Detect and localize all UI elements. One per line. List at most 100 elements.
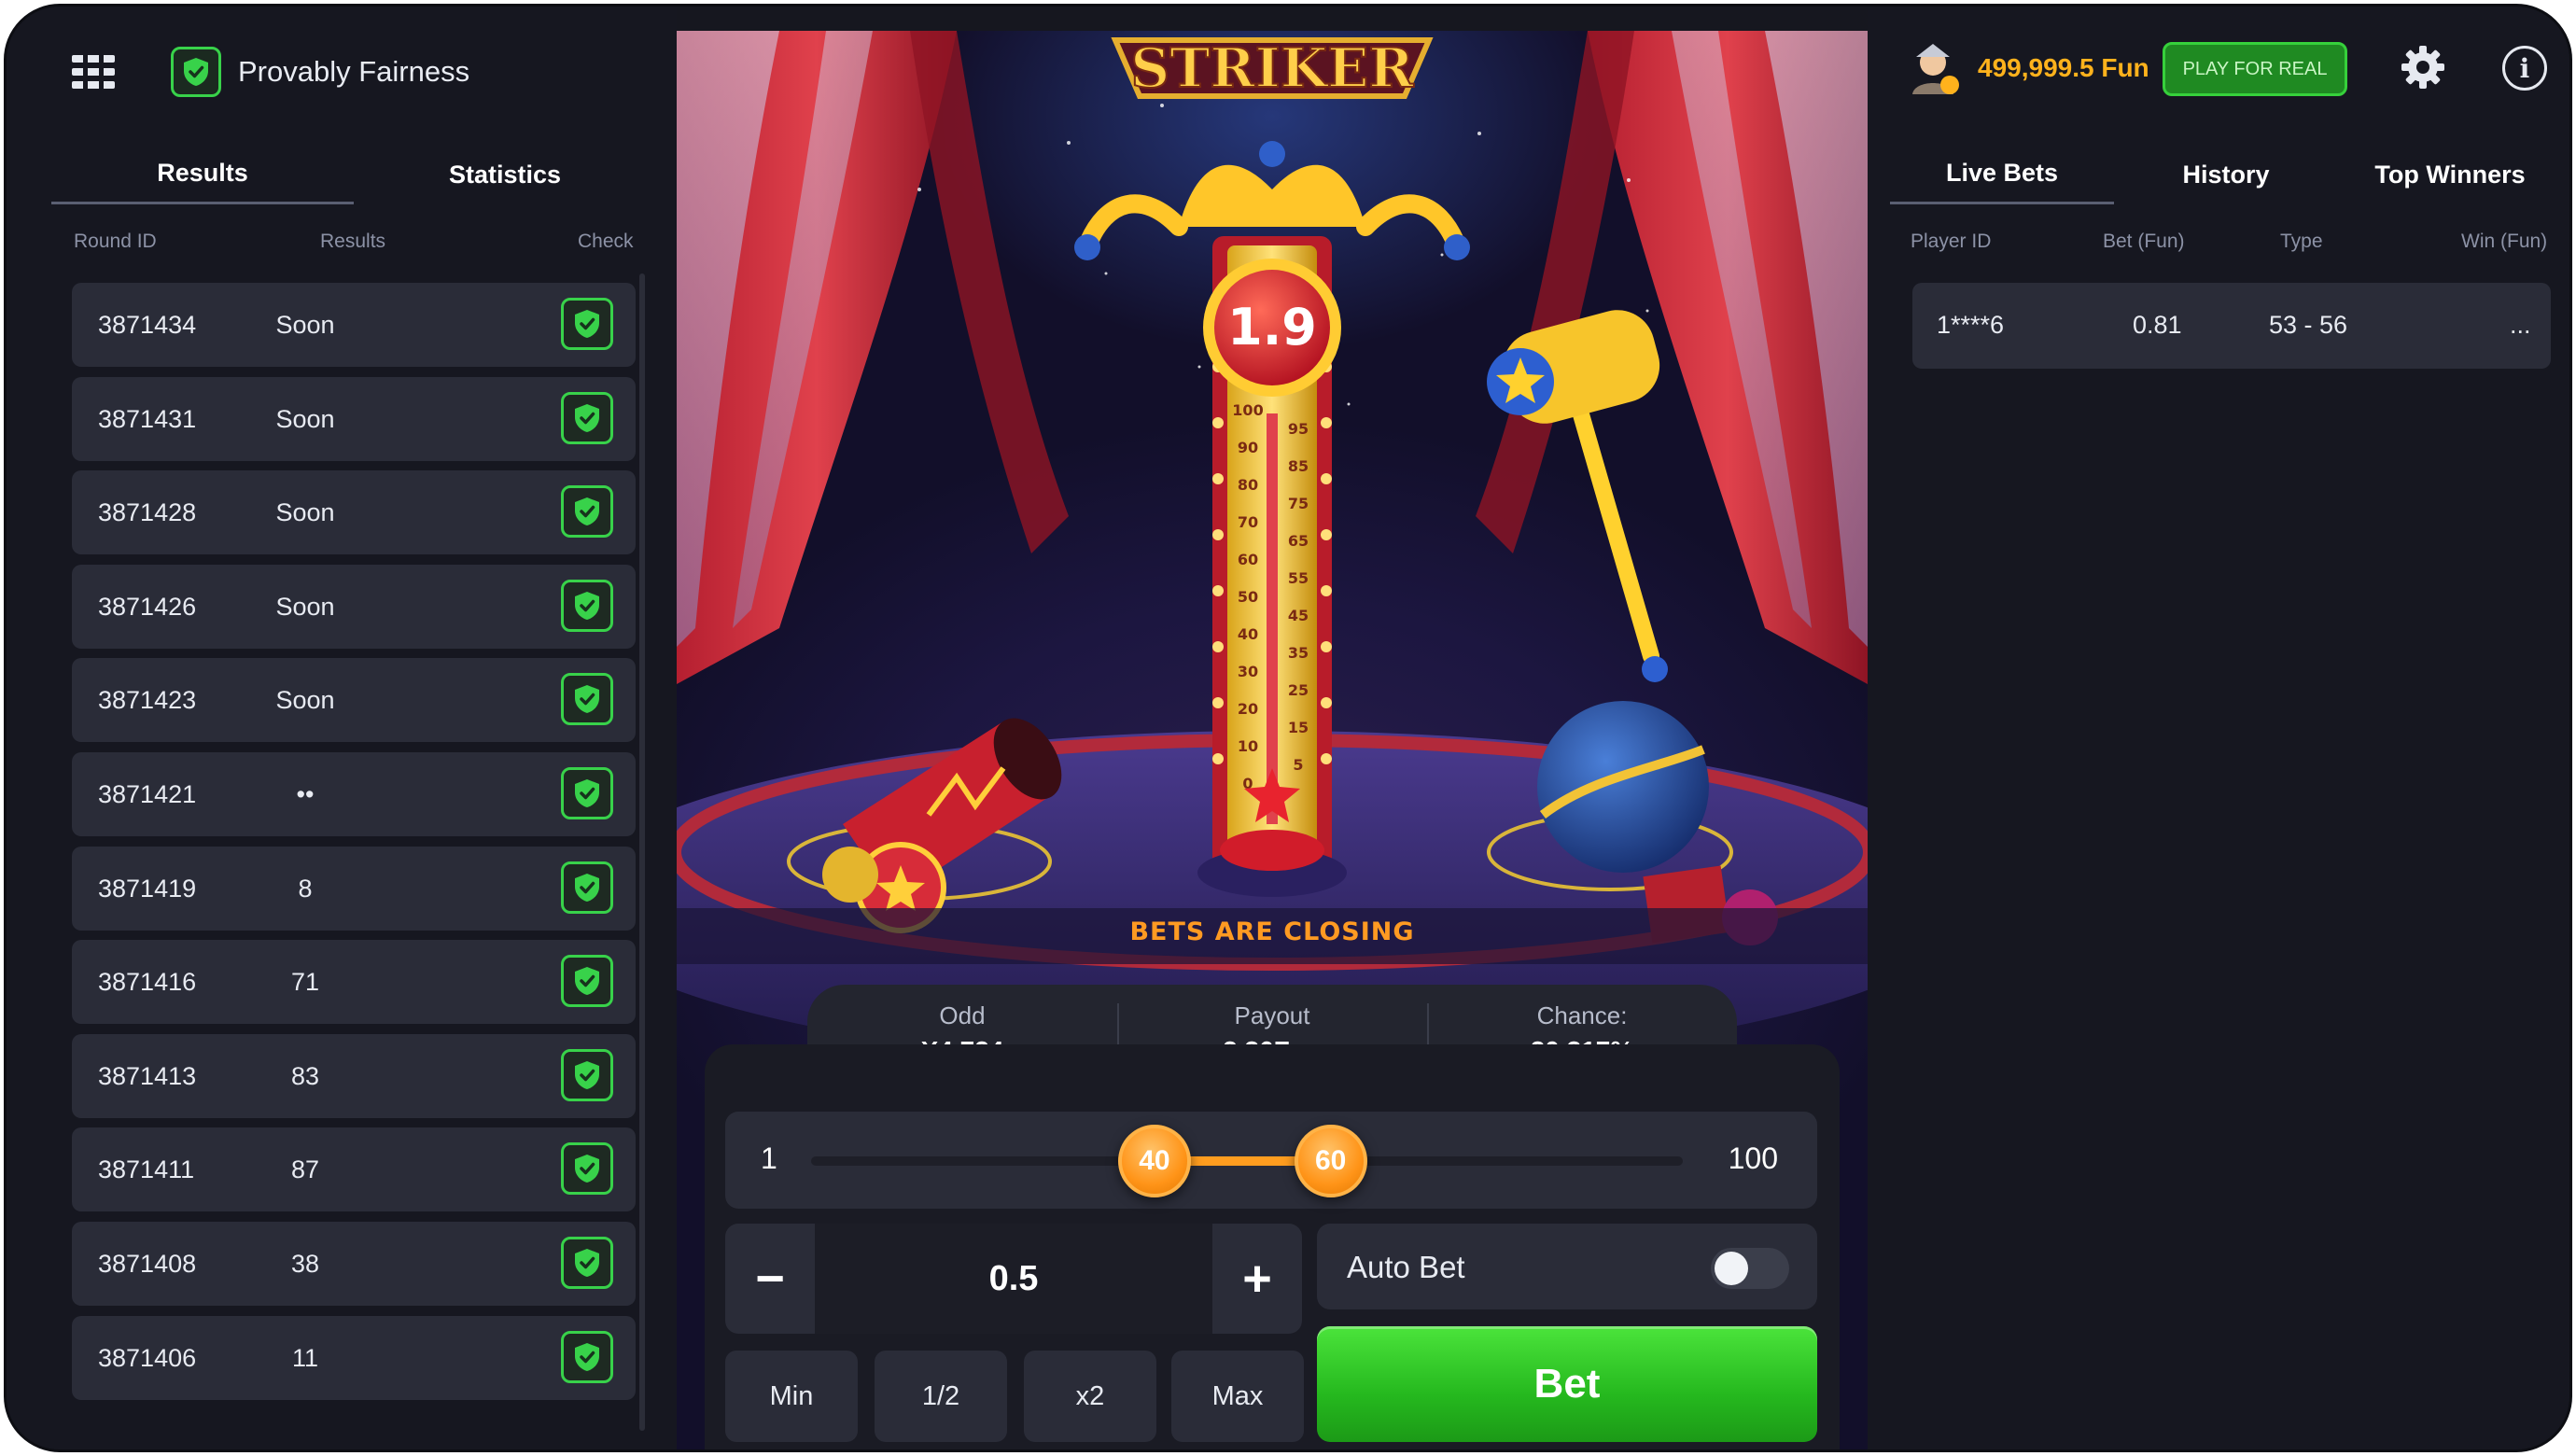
- range-high-handle[interactable]: 60: [1294, 1125, 1367, 1197]
- round-result: Soon: [275, 404, 335, 433]
- round-id: 3871426: [98, 592, 197, 621]
- max-bet-button[interactable]: Max: [1171, 1351, 1304, 1442]
- verify-shield-icon[interactable]: [561, 673, 613, 726]
- round-result: 87: [290, 1155, 320, 1184]
- tab-top-winners[interactable]: Top Winners: [2338, 145, 2562, 204]
- round-result: ••: [296, 780, 315, 808]
- round-id: 3871408: [98, 1250, 197, 1278]
- increase-amount-button[interactable]: +: [1212, 1224, 1302, 1334]
- round-result: Soon: [275, 311, 335, 339]
- shield-check-icon: [171, 47, 221, 97]
- scale-tick-label: 10: [1238, 737, 1258, 755]
- scale-tick-label: 95: [1288, 420, 1309, 438]
- info-icon[interactable]: i: [2502, 46, 2547, 91]
- scale-tick-label: 100: [1232, 401, 1263, 419]
- provably-fairness-label: Provably Fairness: [238, 55, 470, 88]
- bet-type: 53 - 56: [2269, 311, 2348, 339]
- round-id: 3871416: [98, 968, 197, 997]
- play-for-real-button[interactable]: PLAY FOR REAL: [2163, 42, 2347, 96]
- round-id: 3871423: [98, 686, 197, 715]
- avatar-icon: [1912, 44, 1959, 94]
- round-result: Soon: [275, 498, 335, 527]
- table-row: 3871416 71: [72, 940, 636, 1025]
- table-row: 3871406 11: [72, 1315, 636, 1400]
- decrease-amount-button[interactable]: −: [725, 1224, 815, 1334]
- scale-tick-label: 65: [1288, 532, 1309, 550]
- results-panel: Provably Fairness Results Statistics Rou…: [7, 7, 677, 1449]
- table-row: 3871431 Soon: [72, 376, 636, 461]
- scale-tick-label: 75: [1288, 495, 1309, 512]
- scale-tick-label: 35: [1288, 644, 1309, 662]
- round-result: 38: [290, 1250, 320, 1278]
- odd-label: Odd: [939, 1001, 986, 1029]
- verify-shield-icon[interactable]: [561, 1237, 613, 1289]
- verify-shield-icon[interactable]: [561, 955, 613, 1008]
- col-round-id: Round ID: [74, 231, 157, 252]
- double-bet-button[interactable]: x2: [1024, 1351, 1156, 1442]
- table-row: 3871411 87: [72, 1127, 636, 1212]
- min-bet-button[interactable]: Min: [725, 1351, 858, 1442]
- round-id: 3871434: [98, 311, 197, 339]
- round-id: 3871419: [98, 874, 197, 903]
- bet-win: ...: [2510, 311, 2531, 339]
- tab-statistics[interactable]: Statistics: [354, 145, 656, 204]
- scale-tick-label: 85: [1288, 457, 1309, 475]
- round-id: 3871431: [98, 404, 197, 433]
- round-result: 71: [290, 968, 320, 997]
- auto-bet-toggle-row[interactable]: Auto Bet: [1317, 1224, 1817, 1309]
- scale-tick-label: 80: [1238, 476, 1258, 494]
- range-selector: 1 40 60 100: [725, 1112, 1817, 1209]
- bet-amount-input[interactable]: 0.5: [815, 1224, 1212, 1334]
- tab-live-bets[interactable]: Live Bets: [1890, 145, 2114, 204]
- verify-shield-icon[interactable]: [561, 391, 613, 444]
- tab-results[interactable]: Results: [51, 145, 354, 204]
- circus-scene: STRIKER 1009080706050403020100 958575655…: [677, 31, 1868, 1057]
- bets-panel: 499,999.5 Fun PLAY FOR REAL i Live Bets …: [1868, 7, 2569, 1449]
- table-row: 3871426 Soon: [72, 564, 636, 649]
- verify-shield-icon[interactable]: [561, 298, 613, 350]
- bet-player-id: 1****6: [1937, 311, 2005, 339]
- table-row: 3871419 8: [72, 846, 636, 931]
- scale-tick-label: 30: [1238, 663, 1258, 680]
- results-tabs: Results Statistics: [51, 145, 649, 206]
- verify-shield-icon[interactable]: [561, 1142, 613, 1196]
- range-min-label: 1: [761, 1141, 777, 1175]
- payout-label: Payout: [1234, 1001, 1310, 1029]
- menu-icon[interactable]: [72, 55, 115, 89]
- scale-tick-label: 15: [1288, 719, 1309, 736]
- provably-fairness-button[interactable]: Provably Fairness: [171, 44, 469, 100]
- auto-bet-switch[interactable]: [1711, 1248, 1789, 1289]
- balance-amount: 499,999.5 Fun: [1978, 53, 2149, 82]
- ball-illustration: [1537, 701, 1709, 873]
- verify-shield-icon[interactable]: [561, 1048, 613, 1101]
- gear-icon[interactable]: [2400, 44, 2446, 91]
- chance-label: Chance:: [1536, 1001, 1628, 1029]
- col-type: Type: [2280, 231, 2323, 252]
- bet-amount-stepper: − 0.5 +: [725, 1224, 1302, 1334]
- round-id: 3871413: [98, 1061, 197, 1090]
- round-id: 3871428: [98, 498, 197, 527]
- bet-controls: 1 40 60 100 − 0.5 + Auto Bet Min 1/2 x2 …: [705, 1044, 1840, 1449]
- verify-shield-icon[interactable]: [561, 1330, 613, 1383]
- verify-shield-icon[interactable]: [561, 767, 613, 819]
- table-row: 3871423 Soon: [72, 658, 636, 743]
- scale-tick-label: 20: [1238, 700, 1258, 718]
- verify-shield-icon[interactable]: [561, 861, 613, 914]
- results-scrollbar[interactable]: [639, 273, 645, 1431]
- half-bet-button[interactable]: 1/2: [875, 1351, 1007, 1442]
- round-id: 3871421: [98, 780, 197, 808]
- bet-button[interactable]: Bet: [1317, 1326, 1817, 1442]
- round-result: 83: [290, 1061, 320, 1090]
- table-row: 3871421 ••: [72, 752, 636, 836]
- tab-history[interactable]: History: [2114, 145, 2338, 204]
- verify-shield-icon[interactable]: [561, 579, 613, 632]
- range-low-handle[interactable]: 40: [1117, 1125, 1191, 1197]
- round-result: 8: [298, 874, 313, 903]
- table-row: 3871408 38: [72, 1222, 636, 1306]
- scale-tick-label: 45: [1288, 607, 1309, 624]
- verify-shield-icon[interactable]: [561, 485, 613, 539]
- auto-bet-label: Auto Bet: [1347, 1250, 1465, 1284]
- game-stage: STRIKER 100 90 80 70 60 50 40 30 20 10 0 95 85 75 65 5…: [677, 31, 1868, 1449]
- col-win: Win (Fun): [2461, 231, 2548, 252]
- round-result: Soon: [275, 686, 335, 715]
